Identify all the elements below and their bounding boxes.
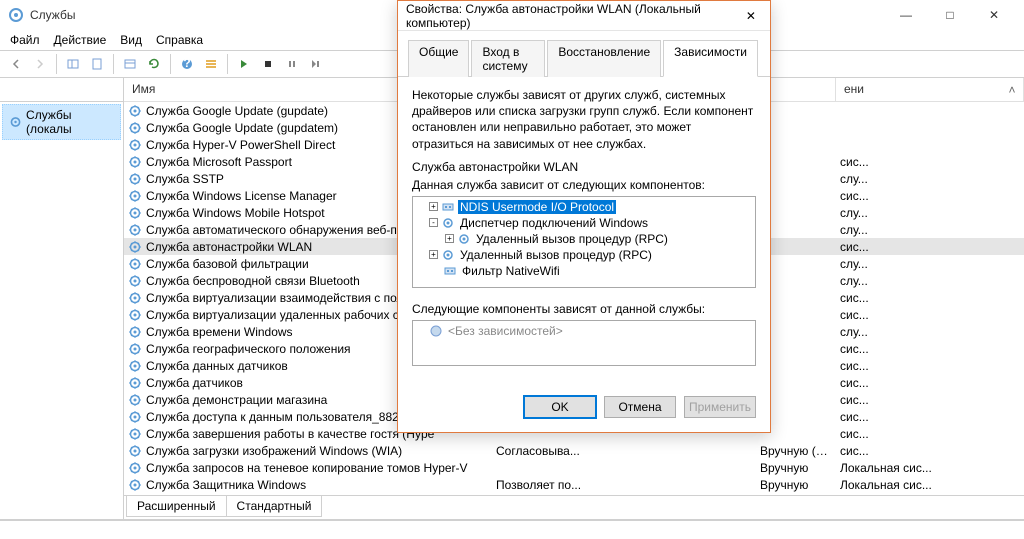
refresh-button[interactable] — [143, 53, 165, 75]
dialog-service-name: Служба автонастройки WLAN — [412, 160, 756, 174]
tree-pane: Службы (локалы — [0, 78, 124, 519]
tab-recovery[interactable]: Восстановление — [547, 40, 661, 77]
menu-help[interactable]: Справка — [156, 33, 203, 47]
no-dependents-label: <Без зависимостей> — [446, 324, 565, 338]
pause-button[interactable] — [281, 53, 303, 75]
back-button[interactable] — [5, 53, 27, 75]
service-row[interactable]: Служба запросов на теневое копирование т… — [124, 459, 1024, 476]
tab-extended[interactable]: Расширенный — [126, 496, 227, 517]
dependency-node[interactable]: -Диспетчер подключений Windows — [415, 215, 753, 231]
dependency-node[interactable]: +NDIS Usermode I/O Protocol — [415, 199, 753, 215]
scroll-up-icon[interactable]: ˄ — [1000, 79, 1024, 101]
close-button[interactable]: ✕ — [972, 1, 1016, 29]
ok-button[interactable]: OK — [524, 396, 596, 418]
depends-on-label: Данная служба зависит от следующих компо… — [412, 178, 756, 192]
cancel-button[interactable]: Отмена — [604, 396, 676, 418]
menu-action[interactable]: Действие — [54, 33, 107, 47]
bottom-tabs: Расширенный Стандартный — [124, 495, 1024, 519]
window-title: Службы — [30, 8, 75, 22]
svg-text:?: ? — [183, 57, 190, 70]
app-icon — [8, 7, 24, 23]
maximize-button[interactable]: □ — [928, 1, 972, 29]
dependents-tree[interactable]: <Без зависимостей> — [412, 320, 756, 366]
dependents-label: Следующие компоненты зависят от данной с… — [412, 302, 756, 316]
dialog-close-button[interactable]: ✕ — [740, 4, 762, 28]
menu-view[interactable]: Вид — [120, 33, 142, 47]
properties-button[interactable] — [119, 53, 141, 75]
tab-general[interactable]: Общие — [408, 40, 469, 77]
apply-button[interactable]: Применить — [684, 396, 756, 418]
component-icon — [429, 324, 443, 338]
depends-on-tree[interactable]: +NDIS Usermode I/O Protocol-Диспетчер по… — [412, 196, 756, 288]
tab-standard[interactable]: Стандартный — [226, 496, 323, 517]
tree-root[interactable]: Службы (локалы — [2, 104, 121, 140]
dialog-title: Свойства: Служба автонастройки WLAN (Лок… — [406, 2, 740, 30]
forward-button[interactable] — [29, 53, 51, 75]
dependency-node[interactable]: +Удаленный вызов процедур (RPC) — [415, 247, 753, 263]
expand-icon[interactable]: + — [445, 234, 454, 243]
service-row[interactable]: Служба Защитника WindowsПозволяет по...В… — [124, 476, 1024, 493]
tab-dependencies[interactable]: Зависимости — [663, 40, 758, 77]
service-row[interactable]: Служба загрузки изображений Windows (WIA… — [124, 442, 1024, 459]
expand-icon[interactable]: - — [429, 218, 438, 227]
list-button[interactable] — [200, 53, 222, 75]
col-logon[interactable]: ени — [836, 78, 1024, 101]
tab-logon[interactable]: Вход в систему — [471, 40, 545, 77]
restart-button[interactable] — [305, 53, 327, 75]
show-hide-button[interactable] — [62, 53, 84, 75]
properties-dialog: Свойства: Служба автонастройки WLAN (Лок… — [397, 0, 771, 433]
start-button[interactable] — [233, 53, 255, 75]
tree-root-label: Службы (локалы — [26, 108, 114, 136]
dialog-description: Некоторые службы зависят от других служб… — [412, 87, 756, 152]
export-button[interactable] — [86, 53, 108, 75]
expand-icon[interactable]: + — [429, 250, 438, 259]
dependency-node[interactable]: +Удаленный вызов процедур (RPC) — [415, 231, 753, 247]
minimize-button[interactable]: — — [884, 1, 928, 29]
services-icon — [9, 115, 22, 129]
expand-icon[interactable]: + — [429, 202, 438, 211]
dependency-node[interactable]: Фильтр NativeWifi — [415, 263, 753, 279]
menu-file[interactable]: Файл — [10, 33, 40, 47]
statusbar — [0, 520, 1024, 539]
help-button[interactable]: ? — [176, 53, 198, 75]
stop-button[interactable] — [257, 53, 279, 75]
